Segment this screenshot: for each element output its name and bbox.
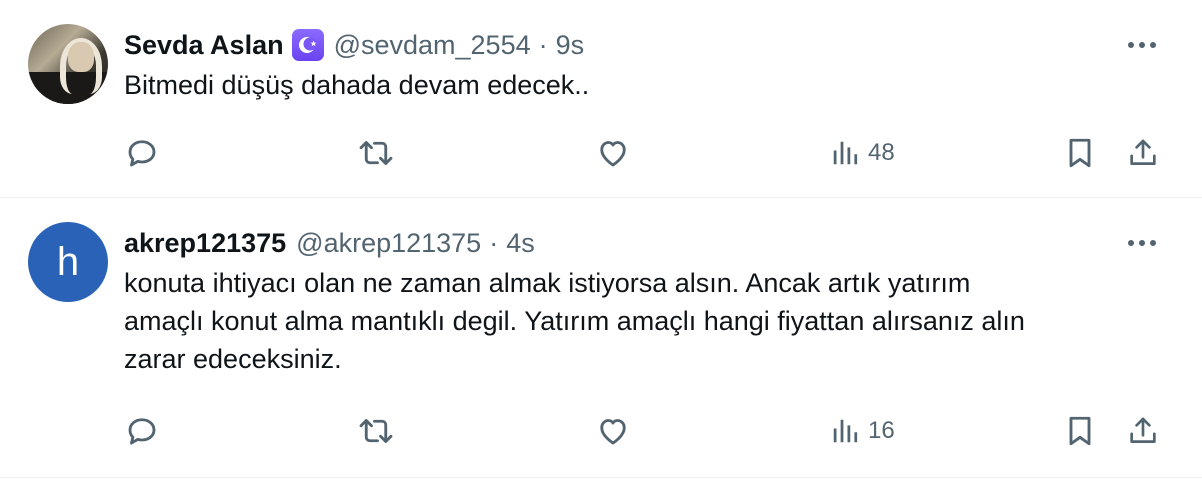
views-count: 48 bbox=[868, 139, 895, 166]
views-button[interactable]: 16 bbox=[830, 411, 895, 451]
avatar-letter: h bbox=[56, 239, 80, 284]
like-button[interactable] bbox=[594, 411, 632, 451]
more-icon[interactable] bbox=[1122, 28, 1162, 62]
tweet-actions: 48 bbox=[124, 133, 1162, 173]
reply-button[interactable] bbox=[124, 133, 160, 173]
tweet-text: Bitmedi düşüş dahada devam edecek.. bbox=[124, 70, 590, 100]
like-icon bbox=[600, 419, 626, 445]
crescent-star-badge-icon bbox=[291, 29, 324, 61]
reply-icon bbox=[128, 140, 156, 167]
views-count: 16 bbox=[868, 417, 895, 444]
user-handle[interactable]: @sevdam_2554 bbox=[334, 28, 531, 62]
share-button[interactable] bbox=[1126, 133, 1160, 173]
separator-dot: · bbox=[538, 30, 548, 60]
reply-button[interactable] bbox=[124, 411, 160, 451]
display-name[interactable]: Sevda Aslan bbox=[124, 28, 284, 62]
tweet[interactable]: h akrep121375 @akrep121375 · 4s konuta i… bbox=[0, 198, 1202, 478]
avatar[interactable] bbox=[28, 24, 108, 104]
share-button[interactable] bbox=[1126, 411, 1160, 451]
views-icon bbox=[833, 141, 858, 165]
retweet-icon bbox=[359, 141, 393, 165]
bookmark-button[interactable] bbox=[1064, 133, 1096, 173]
views-icon bbox=[833, 419, 858, 443]
display-name[interactable]: akrep121375 bbox=[124, 226, 286, 260]
tweet-actions: 16 bbox=[124, 411, 1162, 451]
like-button[interactable] bbox=[594, 133, 632, 173]
share-icon bbox=[1130, 139, 1156, 165]
timestamp[interactable]: 4s bbox=[506, 226, 535, 260]
bookmark-icon bbox=[1069, 138, 1091, 168]
tweet-text: konuta ihtiyacı olan ne zaman almak isti… bbox=[124, 268, 1025, 374]
share-icon bbox=[1130, 417, 1156, 443]
retweet-button[interactable] bbox=[356, 411, 396, 451]
tweet-content: akrep121375 @akrep121375 · 4s konuta iht… bbox=[124, 226, 1162, 378]
reply-icon bbox=[128, 418, 156, 445]
more-icon[interactable] bbox=[1122, 226, 1162, 260]
tweet[interactable]: Sevda Aslan @sevdam_2554 · 9s Bitmedi dü… bbox=[0, 0, 1202, 198]
avatar-photo-face bbox=[68, 42, 94, 72]
views-button[interactable]: 48 bbox=[830, 133, 895, 173]
avatar[interactable]: h bbox=[28, 222, 108, 302]
timestamp[interactable]: 9s bbox=[556, 28, 585, 62]
bookmark-icon bbox=[1069, 416, 1091, 446]
tweet-header: akrep121375 @akrep121375 · 4s bbox=[124, 226, 1162, 260]
retweet-icon bbox=[359, 419, 393, 443]
retweet-button[interactable] bbox=[356, 133, 396, 173]
like-icon bbox=[600, 141, 626, 167]
bookmark-button[interactable] bbox=[1064, 411, 1096, 451]
tweet-content: Sevda Aslan @sevdam_2554 · 9s Bitmedi dü… bbox=[124, 28, 1162, 104]
tweet-header: Sevda Aslan @sevdam_2554 · 9s bbox=[124, 28, 1162, 62]
user-handle[interactable]: @akrep121375 bbox=[296, 226, 481, 260]
separator-dot: · bbox=[489, 228, 499, 258]
